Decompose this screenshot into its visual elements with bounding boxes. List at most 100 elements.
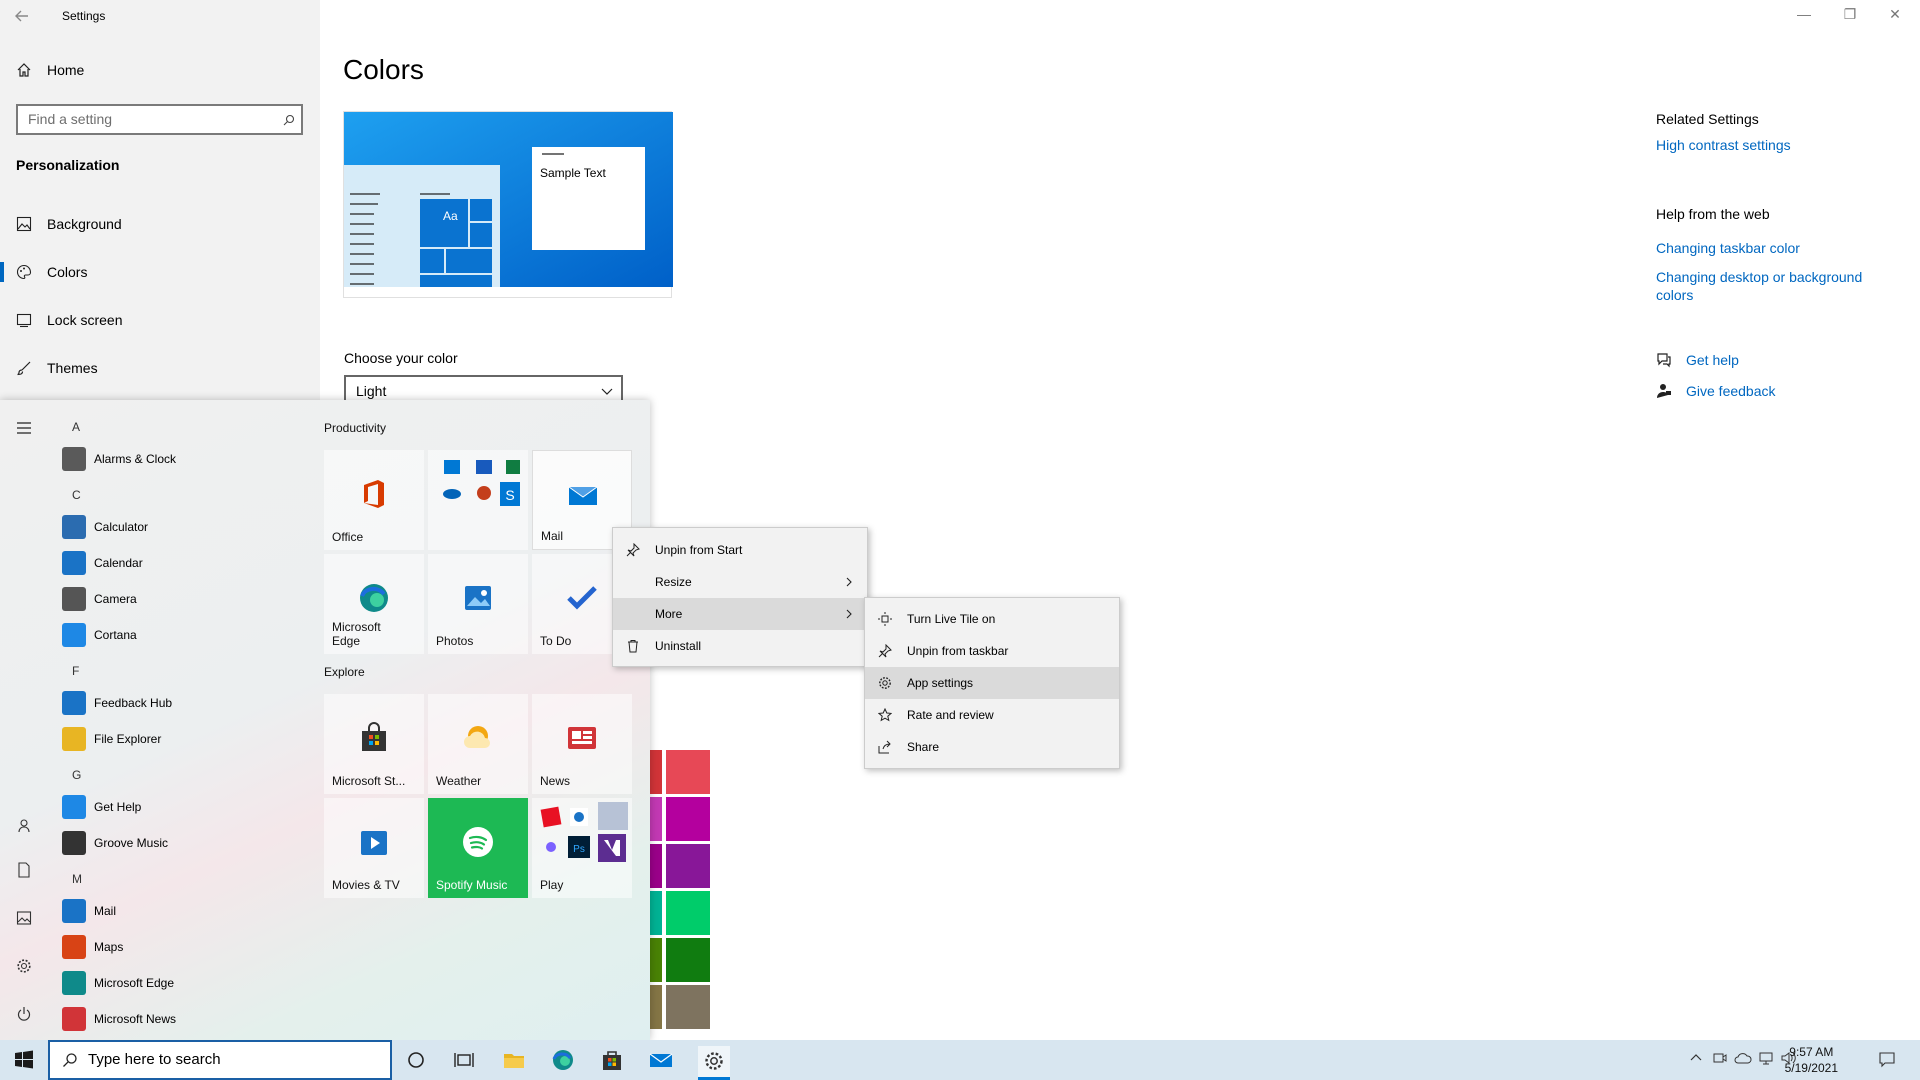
high-contrast-link[interactable]: High contrast settings <box>1656 137 1791 153</box>
nav-home[interactable]: Home <box>16 62 84 78</box>
app-list-letter-header[interactable]: G <box>72 768 81 782</box>
menu-item-unpin-from-taskbar[interactable]: Unpin from taskbar <box>865 635 1119 667</box>
app-list-letter-header[interactable]: M <box>72 872 82 886</box>
maximize-button[interactable]: ❐ <box>1840 6 1860 26</box>
changing-taskbar-color-link[interactable]: Changing taskbar color <box>1656 240 1800 256</box>
menu-item-resize[interactable]: Resize <box>613 566 867 598</box>
swatch-red[interactable] <box>666 750 710 794</box>
app-list-item[interactable]: Feedback Hub <box>62 690 172 716</box>
file-explorer-taskbar[interactable] <box>502 1048 526 1072</box>
store-taskbar[interactable] <box>600 1048 624 1072</box>
network-icon[interactable] <box>1758 1050 1774 1066</box>
tile-photos[interactable]: Photos <box>428 554 528 654</box>
menu-item-uninstall[interactable]: Uninstall <box>613 630 867 662</box>
app-list-item[interactable]: Get Help <box>62 794 141 820</box>
menu-item-label: Uninstall <box>655 639 702 653</box>
app-list-letter-header[interactable]: F <box>72 664 79 678</box>
notifications-icon[interactable] <box>1878 1050 1896 1068</box>
swatch-magenta[interactable] <box>666 797 710 841</box>
app-list-letter-header[interactable]: C <box>72 488 81 502</box>
hamburger-menu-icon[interactable] <box>16 420 32 436</box>
settings-gear-icon[interactable] <box>16 958 32 974</box>
back-button[interactable] <box>12 6 36 26</box>
swatch-green[interactable] <box>666 891 710 935</box>
app-list-label: Microsoft Edge <box>94 976 175 990</box>
get-help-link[interactable]: Get help <box>1656 352 1739 368</box>
app-list-letter-header[interactable]: A <box>72 420 80 434</box>
taskbar-clock[interactable]: 9:57 AM 5/19/2021 <box>1785 1044 1838 1076</box>
menu-item-rate-and-review[interactable]: Rate and review <box>865 699 1119 731</box>
swatch-green-dark[interactable] <box>666 938 710 982</box>
swatch-taupe[interactable] <box>666 985 710 1029</box>
start-rail <box>0 400 48 1040</box>
menu-item-share[interactable]: Share <box>865 731 1119 763</box>
give-feedback-label: Give feedback <box>1686 383 1776 399</box>
camera-icon <box>62 587 86 611</box>
mail-taskbar[interactable] <box>649 1048 673 1072</box>
tile-play-folder[interactable]: Ps Play <box>532 798 632 898</box>
app-list-item[interactable]: Calculator <box>62 514 148 540</box>
store-icon <box>603 1051 621 1070</box>
app-list-item[interactable]: Alarms & Clock <box>62 446 176 472</box>
settings-taskbar[interactable] <box>698 1046 730 1080</box>
maps-icon <box>62 935 86 959</box>
give-feedback-link[interactable]: Give feedback <box>1656 383 1776 399</box>
documents-icon[interactable] <box>16 862 32 878</box>
menu-item-app-settings[interactable]: App settings <box>865 667 1119 699</box>
tile-office[interactable]: Office <box>324 450 424 550</box>
tile-spotify[interactable]: Spotify Music <box>428 798 528 898</box>
close-button[interactable]: ✕ <box>1885 6 1905 26</box>
tile-label: Spotify Music <box>436 878 508 892</box>
tile-microsoft-edge[interactable]: Microsoft Edge <box>324 554 424 654</box>
app-list-item[interactable]: File Explorer <box>62 726 161 752</box>
app-list-item[interactable]: Maps <box>62 934 123 960</box>
task-view-button[interactable] <box>452 1048 476 1072</box>
swatch-purple[interactable] <box>666 844 710 888</box>
menu-item-turn-live-tile-on[interactable]: Turn Live Tile on <box>865 603 1119 635</box>
pictures-icon[interactable] <box>16 910 32 926</box>
chevron-up-icon[interactable] <box>1688 1050 1704 1066</box>
menu-item-more[interactable]: More <box>613 598 867 630</box>
sidebar-item-colors[interactable]: Colors <box>16 262 87 282</box>
settings-gear-icon <box>705 1052 723 1070</box>
live-tile-icon <box>878 612 892 626</box>
edge-taskbar[interactable] <box>551 1048 575 1072</box>
tile-label: Photos <box>436 634 474 648</box>
chevron-right-icon <box>845 577 853 587</box>
help-from-web-heading: Help from the web <box>1656 206 1770 222</box>
sidebar-item-lock-screen[interactable]: Lock screen <box>16 310 122 330</box>
app-list-label: Groove Music <box>94 836 169 850</box>
tile-news[interactable]: News <box>532 694 632 794</box>
cortana-button[interactable] <box>404 1048 428 1072</box>
user-icon[interactable] <box>16 818 32 834</box>
meet-now-icon[interactable] <box>1712 1050 1728 1066</box>
app-list-item[interactable]: Mail <box>62 898 116 924</box>
cortana-icon <box>62 623 86 647</box>
find-setting-input[interactable]: Find a setting <box>16 104 303 135</box>
taskbar-search-box[interactable]: Type here to search <box>48 1040 392 1080</box>
windows-start-button[interactable] <box>12 1048 36 1072</box>
app-list-item[interactable]: Camera <box>62 586 137 612</box>
onedrive-icon[interactable] <box>1734 1050 1752 1066</box>
app-list-item[interactable]: Calendar <box>62 550 143 576</box>
app-list-item[interactable]: Groove Music <box>62 830 168 856</box>
app-list-item[interactable]: Microsoft Edge <box>62 970 174 996</box>
tile-microsoft-store[interactable]: Microsoft St... <box>324 694 424 794</box>
get-help-icon <box>62 795 86 819</box>
taskbar: Type here to search 9:57 AM 5/19/2021 <box>0 1040 1920 1080</box>
sidebar-item-background[interactable]: Background <box>16 214 122 234</box>
picture-icon <box>16 216 32 232</box>
star-icon <box>878 708 892 722</box>
tile-office-apps-folder[interactable]: S <box>428 450 528 550</box>
changing-desktop-colors-link[interactable]: Changing desktop or background colors <box>1656 268 1886 304</box>
menu-item-unpin-from-start[interactable]: Unpin from Start <box>613 534 867 566</box>
sidebar-item-themes[interactable]: Themes <box>16 358 98 378</box>
power-icon[interactable] <box>16 1006 32 1022</box>
minimize-button[interactable]: — <box>1794 6 1814 26</box>
app-list-item[interactable]: Microsoft News <box>62 1006 176 1032</box>
app-list-label: Maps <box>94 940 124 954</box>
clock-icon <box>62 447 86 471</box>
app-list-item[interactable]: Cortana <box>62 622 137 648</box>
tile-weather[interactable]: Weather <box>428 694 528 794</box>
tile-movies-tv[interactable]: Movies & TV <box>324 798 424 898</box>
